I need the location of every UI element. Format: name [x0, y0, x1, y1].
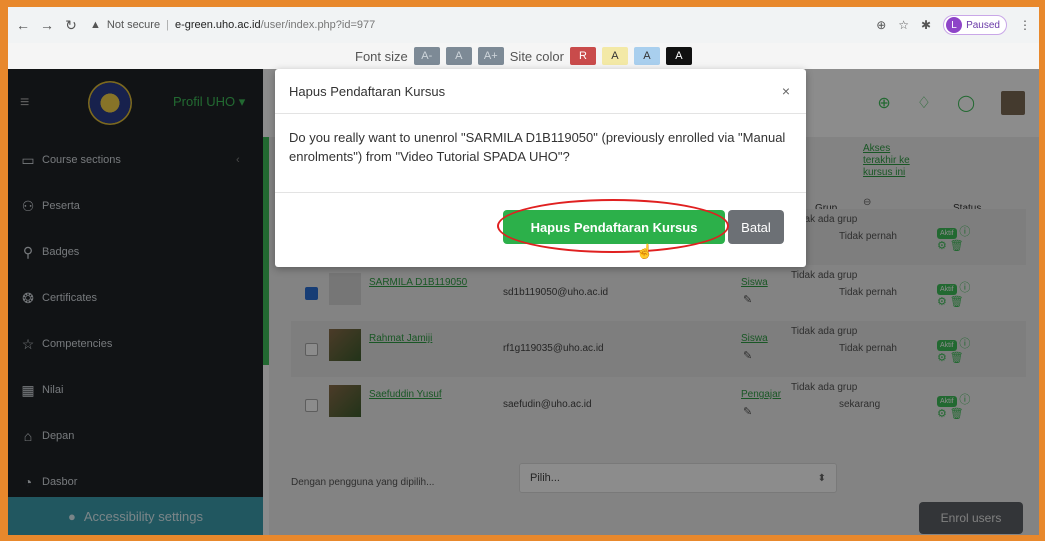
- extensions-icon[interactable]: ✱: [921, 18, 931, 32]
- hand-cursor-icon: ☝: [636, 243, 654, 259]
- dialog-title: Hapus Pendaftaran Kursus: [289, 83, 446, 99]
- highlight-annotation: [497, 199, 729, 253]
- address-separator: |: [166, 19, 169, 31]
- forward-icon[interactable]: →: [38, 17, 56, 33]
- color-black-button[interactable]: A: [665, 47, 692, 65]
- dialog-message: Do you really want to unenrol "SARMILA D…: [275, 114, 806, 193]
- back-icon[interactable]: ←: [14, 17, 32, 33]
- paused-label: Paused: [966, 19, 1000, 31]
- browser-window: ← → ↻ ▲ Not secure | e-green.uho.ac.id/u…: [8, 7, 1039, 535]
- bookmark-star-icon[interactable]: ☆: [898, 18, 909, 32]
- profile-avatar: L: [946, 17, 963, 33]
- browser-toolbar: ← → ↻ ▲ Not secure | e-green.uho.ac.id/u…: [8, 7, 1039, 43]
- site-color-label: Site color: [509, 48, 564, 64]
- font-size-label: Font size: [355, 48, 408, 64]
- warning-icon: ▲: [90, 19, 101, 31]
- cancel-button[interactable]: Batal: [728, 210, 784, 244]
- browser-actions: ⊕ ☆ ✱ L Paused ⋮: [876, 15, 1031, 35]
- url-host: e-green.uho.ac.id: [174, 19, 261, 31]
- accessibility-toolbar: Font size A- A A+ Site color R A A A: [8, 43, 1039, 69]
- color-yellow-button[interactable]: A: [601, 47, 628, 65]
- close-icon[interactable]: ×: [782, 83, 790, 99]
- address-bar[interactable]: ▲ Not secure | e-green.uho.ac.id/user/in…: [90, 19, 375, 31]
- font-increase-button[interactable]: A+: [477, 47, 504, 65]
- url-path: /user/index.php?id=977: [260, 19, 376, 31]
- font-reset-button[interactable]: A: [445, 47, 472, 65]
- color-reset-button[interactable]: R: [569, 47, 596, 65]
- profile-paused-button[interactable]: L Paused: [943, 15, 1007, 35]
- dialog-header: Hapus Pendaftaran Kursus ×: [275, 69, 806, 114]
- reload-icon[interactable]: ↻: [62, 17, 80, 34]
- color-blue-button[interactable]: A: [633, 47, 660, 65]
- font-decrease-button[interactable]: A-: [413, 47, 440, 65]
- security-label: Not secure: [106, 19, 161, 31]
- menu-dots-icon[interactable]: ⋮: [1019, 18, 1031, 32]
- zoom-icon[interactable]: ⊕: [876, 18, 886, 32]
